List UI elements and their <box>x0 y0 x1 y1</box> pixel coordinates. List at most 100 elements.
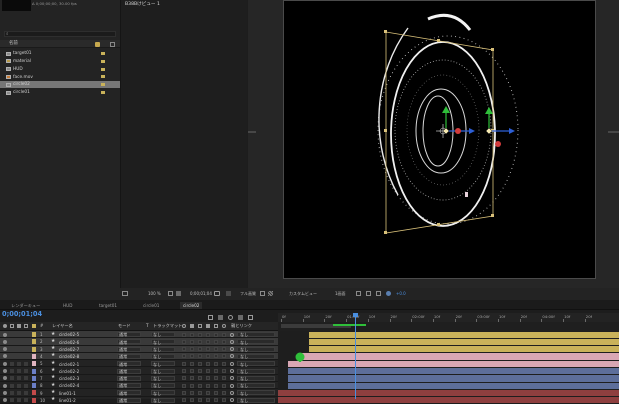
layer-row[interactable]: 9 ★ line01-1 通常 なし なし <box>0 389 278 397</box>
collapse-icon[interactable] <box>190 324 194 328</box>
layer-label-color[interactable] <box>32 346 36 352</box>
layer-switch[interactable] <box>214 354 218 359</box>
layer-switch[interactable] <box>182 361 186 366</box>
parent-pickwhip-icon[interactable] <box>230 354 234 359</box>
layer-label-color[interactable] <box>32 383 36 389</box>
lock-icon[interactable] <box>24 324 28 328</box>
label-icon[interactable] <box>32 324 36 328</box>
layer-switch[interactable] <box>214 383 218 388</box>
work-area-track[interactable] <box>278 322 619 331</box>
item-label-color[interactable] <box>101 52 105 55</box>
reset-exposure-icon[interactable] <box>386 291 391 296</box>
lock-toggle[interactable] <box>24 390 28 395</box>
layer-label-color[interactable] <box>32 368 36 374</box>
layer-switch[interactable] <box>206 376 210 381</box>
layer-switch[interactable] <box>190 339 194 344</box>
view-layout-dropdown[interactable]: 1画面 <box>335 291 346 296</box>
layer-switch[interactable] <box>214 332 218 337</box>
layer-label-color[interactable] <box>32 353 36 359</box>
project-item[interactable]: target01 <box>0 50 120 57</box>
project-item[interactable]: HUD <box>0 66 120 73</box>
transparency-grid-icon[interactable] <box>268 291 273 296</box>
layer-switch[interactable] <box>190 354 194 359</box>
layer-switch[interactable] <box>198 354 202 359</box>
timeline-tab[interactable]: circle01 <box>140 302 162 309</box>
lock-toggle[interactable] <box>24 354 28 359</box>
layer-duration-bar[interactable] <box>288 368 619 375</box>
layer-row[interactable]: 3 ★ circle02-7 通常 なし なし <box>0 345 278 353</box>
layer-name-header[interactable]: レイヤー名 <box>52 323 73 328</box>
visibility-toggle[interactable] <box>3 354 7 359</box>
item-label-color[interactable] <box>101 91 105 94</box>
layer-switch[interactable] <box>206 361 210 366</box>
audio-toggle[interactable] <box>10 339 14 344</box>
quality-icon[interactable] <box>198 324 202 328</box>
layer-name[interactable]: circle02-5 <box>59 332 79 337</box>
eye-icon[interactable] <box>3 324 7 328</box>
frame-blend-icon[interactable] <box>214 324 218 328</box>
solo-toggle[interactable] <box>17 390 21 395</box>
layer-switch[interactable] <box>222 369 226 373</box>
layer-name[interactable]: circle02-2 <box>59 369 79 374</box>
audio-toggle[interactable] <box>10 369 14 373</box>
layer-row[interactable]: 1 ★ circle02-5 通常 なし なし <box>0 331 278 339</box>
visibility-toggle[interactable] <box>3 361 7 366</box>
motion-blur-switch-icon[interactable] <box>222 324 226 328</box>
solo-icon[interactable] <box>17 324 21 328</box>
lock-toggle[interactable] <box>24 332 28 337</box>
timeline-icon[interactable] <box>376 291 381 296</box>
layer-switch[interactable] <box>198 347 202 352</box>
layer-switch[interactable] <box>222 339 226 344</box>
layer-switch[interactable] <box>206 383 210 388</box>
solo-toggle[interactable] <box>17 383 21 388</box>
grid-icon[interactable] <box>168 291 173 296</box>
exposure-value[interactable]: +0.0 <box>396 291 406 296</box>
timeline-current-time[interactable]: 0;00;01;04 <box>2 311 42 318</box>
layer-switch[interactable] <box>190 332 194 337</box>
visibility-toggle[interactable] <box>3 390 7 395</box>
layer-switch[interactable] <box>214 347 218 352</box>
timeline-tab[interactable]: レンダーキュー <box>8 302 43 309</box>
layer-duration-bar[interactable] <box>288 375 619 382</box>
project-item[interactable]: circle01 <box>0 89 120 96</box>
layer-name[interactable]: circle02-3 <box>59 376 79 381</box>
layer-row[interactable]: 6 ★ circle02-2 通常 なし なし <box>0 368 278 375</box>
solo-toggle[interactable] <box>17 347 21 352</box>
layer-switch[interactable] <box>198 332 202 337</box>
layer-switch[interactable] <box>182 332 186 337</box>
shy-icon[interactable] <box>182 324 186 328</box>
visibility-toggle[interactable] <box>3 369 7 373</box>
lock-toggle[interactable] <box>24 339 28 344</box>
resolution-dropdown[interactable]: フル画質 <box>240 291 256 296</box>
layer-switch[interactable] <box>198 383 202 388</box>
layer-switch[interactable] <box>222 383 226 388</box>
timeline-tab[interactable]: circle02 <box>180 301 203 309</box>
layer-switch[interactable] <box>198 376 202 381</box>
layer-switch[interactable] <box>198 390 202 395</box>
layer-switch[interactable] <box>214 376 218 381</box>
effect-icon[interactable] <box>206 324 210 328</box>
layer-switch[interactable] <box>182 376 186 381</box>
parent-pickwhip-icon[interactable] <box>230 390 234 395</box>
layer-switch[interactable] <box>222 332 226 337</box>
project-item[interactable]: face.mov <box>0 73 120 80</box>
lock-toggle[interactable] <box>24 361 28 366</box>
layer-name[interactable]: circle02-6 <box>59 340 79 345</box>
layer-switch[interactable] <box>198 369 202 373</box>
layer-row[interactable]: 10 ★ line01-2 通常 なし なし <box>0 397 278 404</box>
layer-switch[interactable] <box>214 361 218 366</box>
layer-switch[interactable] <box>222 390 226 395</box>
parent-pickwhip-icon[interactable] <box>230 361 234 366</box>
audio-toggle[interactable] <box>10 383 14 388</box>
parent-pickwhip-icon[interactable] <box>230 376 234 381</box>
3d-view-dropdown[interactable]: カスタムビュー <box>289 291 317 296</box>
layer-switch[interactable] <box>206 347 210 352</box>
layer-name[interactable]: circle02-7 <box>59 347 79 352</box>
parent-pickwhip-icon[interactable] <box>230 383 234 388</box>
layer-duration-bar[interactable] <box>288 382 619 389</box>
type-column-icon[interactable] <box>110 41 115 47</box>
parent-pickwhip-icon[interactable] <box>230 332 234 337</box>
layer-switch[interactable] <box>182 369 186 373</box>
layer-duration-bar[interactable] <box>298 353 619 360</box>
layer-row[interactable]: 8 ★ circle02-4 通常 なし なし <box>0 382 278 390</box>
